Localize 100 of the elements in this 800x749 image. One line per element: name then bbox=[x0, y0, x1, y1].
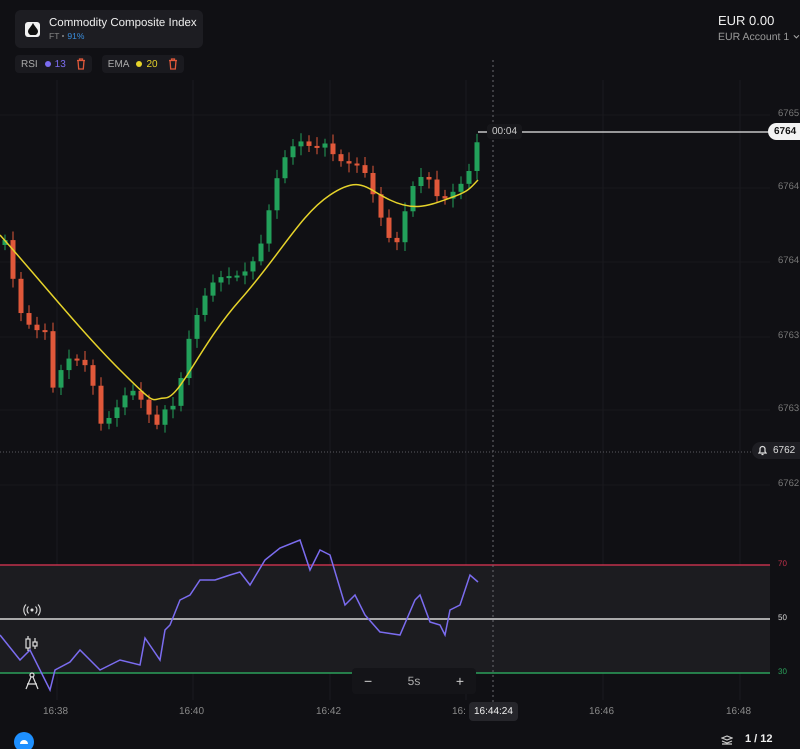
candle bbox=[170, 396, 176, 419]
candle bbox=[218, 270, 224, 292]
candle bbox=[378, 186, 384, 226]
indicator-period: 20 bbox=[146, 58, 158, 70]
candle bbox=[130, 384, 136, 400]
indicator-chip[interactable]: RSI 13 bbox=[15, 55, 92, 73]
candle bbox=[106, 410, 112, 430]
rsi-level-label: 70 bbox=[778, 559, 787, 568]
indicator-period: 13 bbox=[54, 58, 66, 70]
page-counter: 1 / 12 bbox=[745, 733, 773, 745]
timeframe-value: 5s bbox=[408, 674, 420, 688]
candle bbox=[114, 399, 120, 428]
indicator-chip[interactable]: EMA 20 bbox=[102, 55, 184, 73]
candle bbox=[474, 133, 480, 180]
candle bbox=[442, 189, 448, 206]
zoom-out-button[interactable]: − bbox=[358, 673, 378, 689]
candle bbox=[10, 231, 16, 288]
crosshair-time-label: 16:44:24 bbox=[469, 702, 518, 721]
candle bbox=[210, 274, 216, 302]
candle bbox=[346, 152, 352, 173]
payout-label: 91% bbox=[67, 31, 84, 41]
indicator-name: RSI bbox=[21, 58, 38, 70]
candle bbox=[306, 134, 312, 152]
candle bbox=[418, 167, 424, 194]
candle bbox=[354, 156, 360, 174]
candle bbox=[298, 132, 304, 156]
bell-icon bbox=[758, 445, 767, 456]
chevron-icon bbox=[793, 34, 800, 40]
market-label: FT bbox=[49, 31, 60, 41]
candle bbox=[234, 270, 240, 282]
price-alert-tag[interactable]: 6762 bbox=[752, 442, 800, 459]
candle bbox=[138, 382, 144, 409]
candle bbox=[146, 394, 152, 424]
price-axis-label: 6763 bbox=[778, 330, 800, 341]
rsi-level-label: 30 bbox=[778, 667, 787, 676]
account-selector[interactable]: EUR Account 1 bbox=[718, 31, 800, 43]
countdown-timer: 00:04 bbox=[487, 124, 522, 139]
candle bbox=[98, 376, 104, 432]
alert-price-label: 6762 bbox=[773, 445, 796, 456]
candle bbox=[154, 405, 160, 430]
instrument-card[interactable]: Commodity Composite Index FT 91% bbox=[15, 10, 203, 48]
candle bbox=[426, 172, 432, 190]
candle bbox=[186, 330, 192, 386]
price-axis-label: 6763 bbox=[778, 403, 800, 414]
candle bbox=[322, 138, 328, 158]
candle bbox=[34, 316, 40, 339]
candle bbox=[466, 163, 472, 190]
collapse-button[interactable] bbox=[14, 732, 34, 749]
time-axis-label: 16:48 bbox=[726, 706, 752, 717]
account-balance: EUR 0.00 bbox=[718, 13, 776, 28]
candle bbox=[250, 256, 256, 280]
candle bbox=[402, 202, 408, 252]
candle bbox=[314, 136, 320, 155]
candle bbox=[274, 169, 280, 220]
time-axis-label: 16:42 bbox=[316, 706, 342, 717]
candle bbox=[74, 354, 80, 366]
candle bbox=[162, 404, 168, 434]
candle bbox=[290, 138, 296, 166]
candle bbox=[258, 234, 264, 266]
time-axis-label: 16:40 bbox=[179, 706, 204, 717]
dome-icon bbox=[19, 739, 29, 745]
price-axis-label: 6765 bbox=[778, 108, 800, 119]
broadcast-icon[interactable] bbox=[23, 604, 41, 616]
drop-icon bbox=[25, 22, 40, 36]
candle bbox=[26, 304, 32, 330]
rsi-level-label: 50 bbox=[778, 613, 787, 622]
zoom-in-button[interactable]: + bbox=[450, 673, 470, 689]
price-axis-label: 6764 bbox=[778, 255, 800, 266]
trash-icon[interactable] bbox=[168, 58, 178, 70]
candle bbox=[434, 170, 440, 204]
candle bbox=[266, 204, 272, 252]
candle bbox=[194, 307, 200, 348]
price-axis-label: 6762 bbox=[778, 478, 800, 489]
candle bbox=[58, 364, 64, 396]
candle bbox=[202, 288, 208, 322]
candle bbox=[18, 272, 24, 322]
candle bbox=[338, 148, 344, 168]
instrument-name: Commodity Composite Index bbox=[49, 17, 197, 29]
candle bbox=[122, 386, 128, 416]
trash-icon[interactable] bbox=[76, 58, 86, 70]
candlestick-icon[interactable] bbox=[24, 636, 40, 652]
time-axis-label: 16:38 bbox=[43, 706, 68, 717]
candle bbox=[226, 266, 232, 286]
price-axis-label: 6764 bbox=[778, 181, 800, 192]
time-axis-label: 16: bbox=[452, 706, 466, 717]
current-price-label: 6764 bbox=[768, 123, 800, 140]
candle bbox=[362, 156, 368, 178]
candle bbox=[242, 262, 248, 285]
candle bbox=[66, 349, 72, 380]
candle bbox=[386, 208, 392, 243]
candle bbox=[82, 350, 88, 372]
candle bbox=[458, 176, 464, 200]
layers-icon[interactable] bbox=[721, 735, 733, 745]
candle bbox=[178, 372, 184, 412]
candle bbox=[330, 134, 336, 162]
candle bbox=[42, 323, 48, 340]
compass-icon[interactable] bbox=[24, 672, 40, 690]
candle bbox=[370, 165, 376, 204]
candle bbox=[2, 234, 8, 251]
indicator-name: EMA bbox=[108, 58, 130, 70]
